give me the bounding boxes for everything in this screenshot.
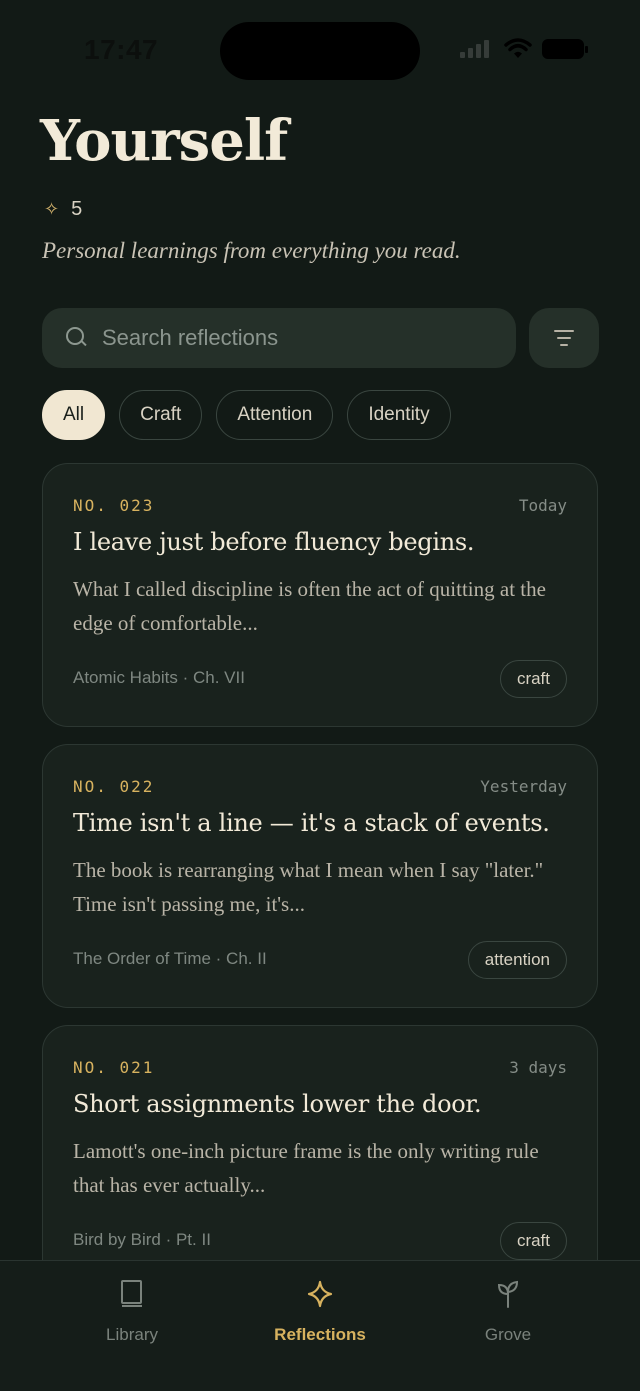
tab-library[interactable]: Library [52,1277,212,1345]
page-title: Yourself [40,108,288,174]
battery-icon [542,39,588,59]
reflection-source: Atomic Habits · Ch. VII [73,668,245,687]
reflection-date: Yesterday [480,777,567,796]
reflection-source: Bird by Bird · Pt. II [73,1230,211,1249]
status-time: 17:47 [84,34,159,65]
reflection-tag[interactable]: craft [499,660,567,698]
category-filters: All Craft Attention Identity [42,390,451,440]
chip-craft[interactable]: Craft [119,390,203,440]
tab-label: Library [106,1325,158,1344]
reflection-card[interactable]: NO. 022 Yesterday Time isn't a line — it… [42,744,598,1008]
reflection-excerpt: The book is rearranging what I mean when… [73,858,544,916]
page-subtitle: Personal learnings from everything you r… [42,238,461,263]
wifi-icon [504,38,532,58]
dynamic-island [220,22,420,80]
reflection-date: Today [518,496,567,515]
chip-attention[interactable]: Attention [216,390,334,440]
status-icons [460,38,588,60]
tab-label: Reflections [274,1325,366,1344]
reflection-card[interactable]: NO. 021 3 days Short assignments lower t… [42,1025,598,1289]
filter-icon [554,330,574,332]
status-bar: 17:47 [0,0,640,100]
filter-button[interactable] [529,308,599,368]
reflection-card[interactable]: NO. 023 Today I leave just before fluenc… [42,463,598,727]
chip-all[interactable]: All [42,390,106,440]
sparkle-icon: ✧ [44,199,60,219]
tab-label: Grove [484,1325,532,1344]
reflection-count: ✧ 5 [44,198,82,221]
search-input[interactable] [102,325,482,351]
tab-grove[interactable]: Grove [428,1277,588,1345]
sprout-icon [497,1280,519,1308]
reflection-date: 3 days [509,1058,567,1077]
reflection-excerpt: Lamott's one-inch picture frame is the o… [73,1139,539,1197]
reflection-title: Short assignments lower the door. [73,1090,482,1118]
reflection-tag[interactable]: attention [467,941,567,979]
book-icon [121,1280,142,1307]
search-icon [66,327,88,349]
reflection-tag[interactable]: craft [499,1222,567,1260]
reflection-number: NO. 023 [73,496,155,515]
reflection-title: I leave just before fluency begins. [73,528,475,556]
tab-reflections[interactable]: Reflections [240,1277,400,1345]
search-bar[interactable] [42,308,516,368]
reflection-title: Time isn't a line — it's a stack of even… [73,809,550,837]
count-value: 5 [71,198,83,220]
reflection-source: The Order of Time · Ch. II [73,949,267,968]
reflection-excerpt: What I called discipline is often the ac… [73,577,546,635]
chip-identity[interactable]: Identity [347,390,451,440]
sparkle-icon [307,1280,333,1308]
signal-icon [460,40,494,58]
reflection-number: NO. 022 [73,777,155,796]
tab-bar: Library Reflections Grove [0,1260,640,1391]
reflection-number: NO. 021 [73,1058,155,1077]
